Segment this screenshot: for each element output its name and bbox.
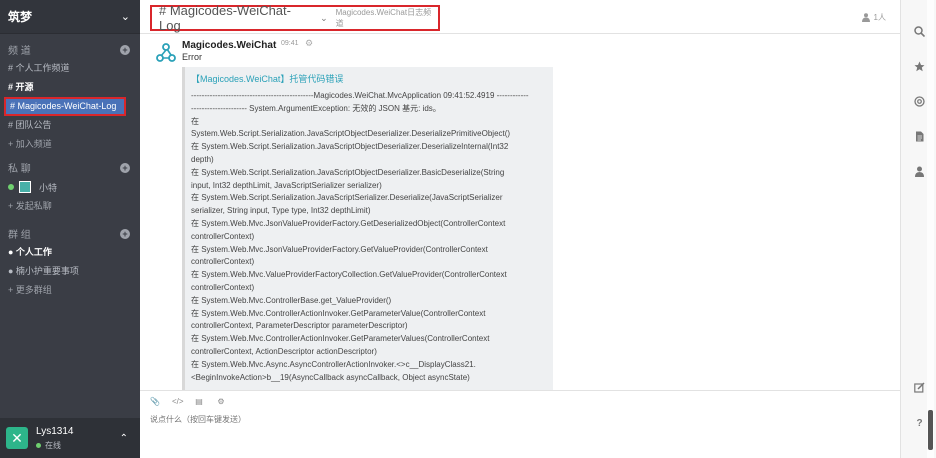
chevron-down-icon[interactable]: ⌄ bbox=[320, 13, 328, 24]
gear-icon[interactable]: ⚙ bbox=[216, 397, 226, 406]
sidebar-item-team-announcement[interactable]: # 团队公告 bbox=[0, 116, 140, 135]
attachment-title[interactable]: 【Magicodes.WeiChat】托管代码错误 bbox=[191, 72, 547, 85]
chevron-down-icon[interactable]: ⌄ bbox=[121, 10, 130, 23]
trace-line: 在 System.Web.Mvc.ValueProviderFactoryCol… bbox=[191, 270, 507, 280]
scrollbar-track[interactable] bbox=[927, 0, 934, 458]
sidebar-item-magicodes-log[interactable]: # Magicodes-WeiChat-Log bbox=[4, 97, 126, 116]
groups-header-label: 群 组 bbox=[8, 230, 31, 241]
user-panel[interactable]: ✕ Lys1314 在线 ⌃ bbox=[0, 418, 140, 458]
at-icon[interactable] bbox=[914, 96, 925, 107]
channels-header-label: 频 道 bbox=[8, 46, 31, 57]
channel-header: # Magicodes-WeiChat-Log ⌄ Magicodes.WeiC… bbox=[140, 0, 900, 34]
message-author[interactable]: Magicodes.WeiChat bbox=[182, 40, 276, 51]
file-icon[interactable] bbox=[914, 131, 925, 142]
add-group-icon[interactable]: + bbox=[120, 228, 130, 239]
trace-line: 在 System.Web.Mvc.ControllerActionInvoker… bbox=[191, 308, 486, 318]
trace-line: 在 System.Web.Script.Serialization.JavaSc… bbox=[191, 193, 503, 203]
document-icon[interactable]: ▤ bbox=[194, 397, 204, 406]
trace-line: 在 bbox=[191, 116, 199, 126]
trace-line: ----------------------------------------… bbox=[191, 91, 529, 100]
team-header[interactable]: 筑梦 ⌄ bbox=[0, 0, 140, 34]
channel-title: # Magicodes-WeiChat-Log bbox=[159, 3, 291, 33]
code-icon[interactable]: </> bbox=[172, 397, 184, 406]
chevron-up-icon[interactable]: ⌃ bbox=[120, 433, 128, 444]
trace-line: serializer, String input, Type type, Int… bbox=[191, 206, 371, 216]
dm-section-header: 私 聊 + bbox=[0, 158, 140, 177]
trace-line: 在 System.Web.Mvc.ControllerActionInvoker… bbox=[191, 334, 490, 344]
member-count-label: 1人 bbox=[873, 13, 886, 22]
webhook-icon bbox=[156, 43, 176, 62]
trace-line: 在 System.Web.Mvc.JsonValueProviderFactor… bbox=[191, 244, 488, 254]
gear-icon[interactable]: ⚙ bbox=[305, 38, 313, 49]
scrollbar-thumb[interactable] bbox=[928, 410, 933, 450]
trace-line: 在 System.Web.Mvc.ControllerBase.get_Valu… bbox=[191, 295, 392, 305]
message-composer: 📎 </> ▤ ⚙ bbox=[140, 390, 900, 458]
trace-line: controllerContext, ParameterDescriptor p… bbox=[191, 321, 408, 331]
user-name: Lys1314 bbox=[36, 425, 74, 437]
paperclip-icon[interactable]: 📎 bbox=[150, 397, 160, 406]
sidebar-item-personal-channel[interactable]: # 个人工作频道 bbox=[0, 59, 140, 78]
trace-line: input, Int32 depthLimit, JavaScriptSeria… bbox=[191, 180, 382, 190]
edit-icon[interactable] bbox=[914, 382, 925, 393]
channel-title-box[interactable]: # Magicodes-WeiChat-Log ⌄ Magicodes.WeiC… bbox=[150, 3, 440, 33]
trace-line: depth) bbox=[191, 154, 214, 164]
channels-section-header: 频 道 + bbox=[0, 40, 140, 59]
trace-line: controllerContext) bbox=[191, 231, 255, 241]
trace-line: controllerContext, ActionDescriptor acti… bbox=[191, 346, 377, 356]
message-input[interactable] bbox=[150, 415, 870, 424]
dm-header-label: 私 聊 bbox=[8, 164, 31, 175]
add-channel-icon[interactable]: + bbox=[120, 44, 130, 55]
search-icon[interactable] bbox=[914, 26, 925, 37]
sidebar-item-open-source[interactable]: # 开源 bbox=[0, 78, 140, 97]
trace-line: 在 System.Web.Script.Serialization.JavaSc… bbox=[191, 142, 509, 152]
person-icon[interactable] bbox=[914, 166, 925, 177]
member-count[interactable]: 1人 bbox=[861, 12, 886, 23]
stack-trace: ----------------------------------------… bbox=[191, 90, 547, 384]
start-dm-link[interactable]: + 发起私聊 bbox=[0, 197, 140, 216]
sidebar-item-important[interactable]: ● 楠小护重要事项 bbox=[0, 262, 140, 281]
person-icon bbox=[861, 13, 870, 22]
avatar: ✕ bbox=[6, 427, 28, 449]
add-dm-icon[interactable]: + bbox=[120, 162, 130, 173]
trace-line: controllerContext) bbox=[191, 282, 255, 292]
message-time: 09:41 bbox=[281, 40, 299, 47]
groups-section-header: 群 组 + bbox=[0, 224, 140, 243]
avatar bbox=[19, 181, 31, 193]
online-status-icon bbox=[8, 184, 14, 190]
join-channel-link[interactable]: + 加入频道 bbox=[0, 135, 140, 154]
channel-description: Magicodes.WeiChat日志频道 bbox=[335, 8, 432, 28]
trace-line: --------------------- System.ArgumentExc… bbox=[191, 103, 441, 113]
user-status-label: 在线 bbox=[45, 440, 61, 450]
message-text: Error bbox=[182, 52, 202, 62]
composer-toolbar: 📎 </> ▤ ⚙ bbox=[150, 397, 226, 406]
trace-line: 在 System.Web.Mvc.Async.AsyncControllerAc… bbox=[191, 359, 476, 369]
team-name: 筑梦 bbox=[8, 10, 33, 24]
dm-user-name: 小特 bbox=[39, 182, 58, 193]
trace-line: 在 System.Web.Script.Serialization.JavaSc… bbox=[191, 167, 505, 177]
star-icon[interactable] bbox=[914, 61, 925, 72]
message-attachment: 【Magicodes.WeiChat】托管代码错误 --------------… bbox=[182, 67, 553, 390]
dm-item-xiaote[interactable]: 小特 bbox=[0, 177, 140, 197]
user-info: Lys1314 在线 bbox=[36, 426, 120, 451]
user-status: 在线 bbox=[36, 440, 120, 451]
sidebar-item-personal-work[interactable]: ● 个人工作 bbox=[0, 243, 140, 262]
message-list[interactable]: Magicodes.WeiChat 09:41 ⚙ Error 【Magicod… bbox=[140, 35, 900, 390]
more-groups-link[interactable]: + 更多群组 bbox=[0, 281, 140, 300]
trace-line: <BeginInvokeAction>b__19(AsyncCallback a… bbox=[191, 372, 470, 382]
trace-line: controllerContext) bbox=[191, 257, 255, 267]
online-status-icon bbox=[36, 442, 41, 448]
trace-line: System.Web.Script.Serialization.JavaScri… bbox=[191, 129, 511, 139]
sidebar: 筑梦 ⌄ 频 道 + # 个人工作频道 # 开源 # Magicodes-Wei… bbox=[0, 0, 140, 458]
help-icon[interactable]: ? bbox=[914, 418, 925, 429]
trace-line: 在 System.Web.Mvc.JsonValueProviderFactor… bbox=[191, 218, 506, 228]
